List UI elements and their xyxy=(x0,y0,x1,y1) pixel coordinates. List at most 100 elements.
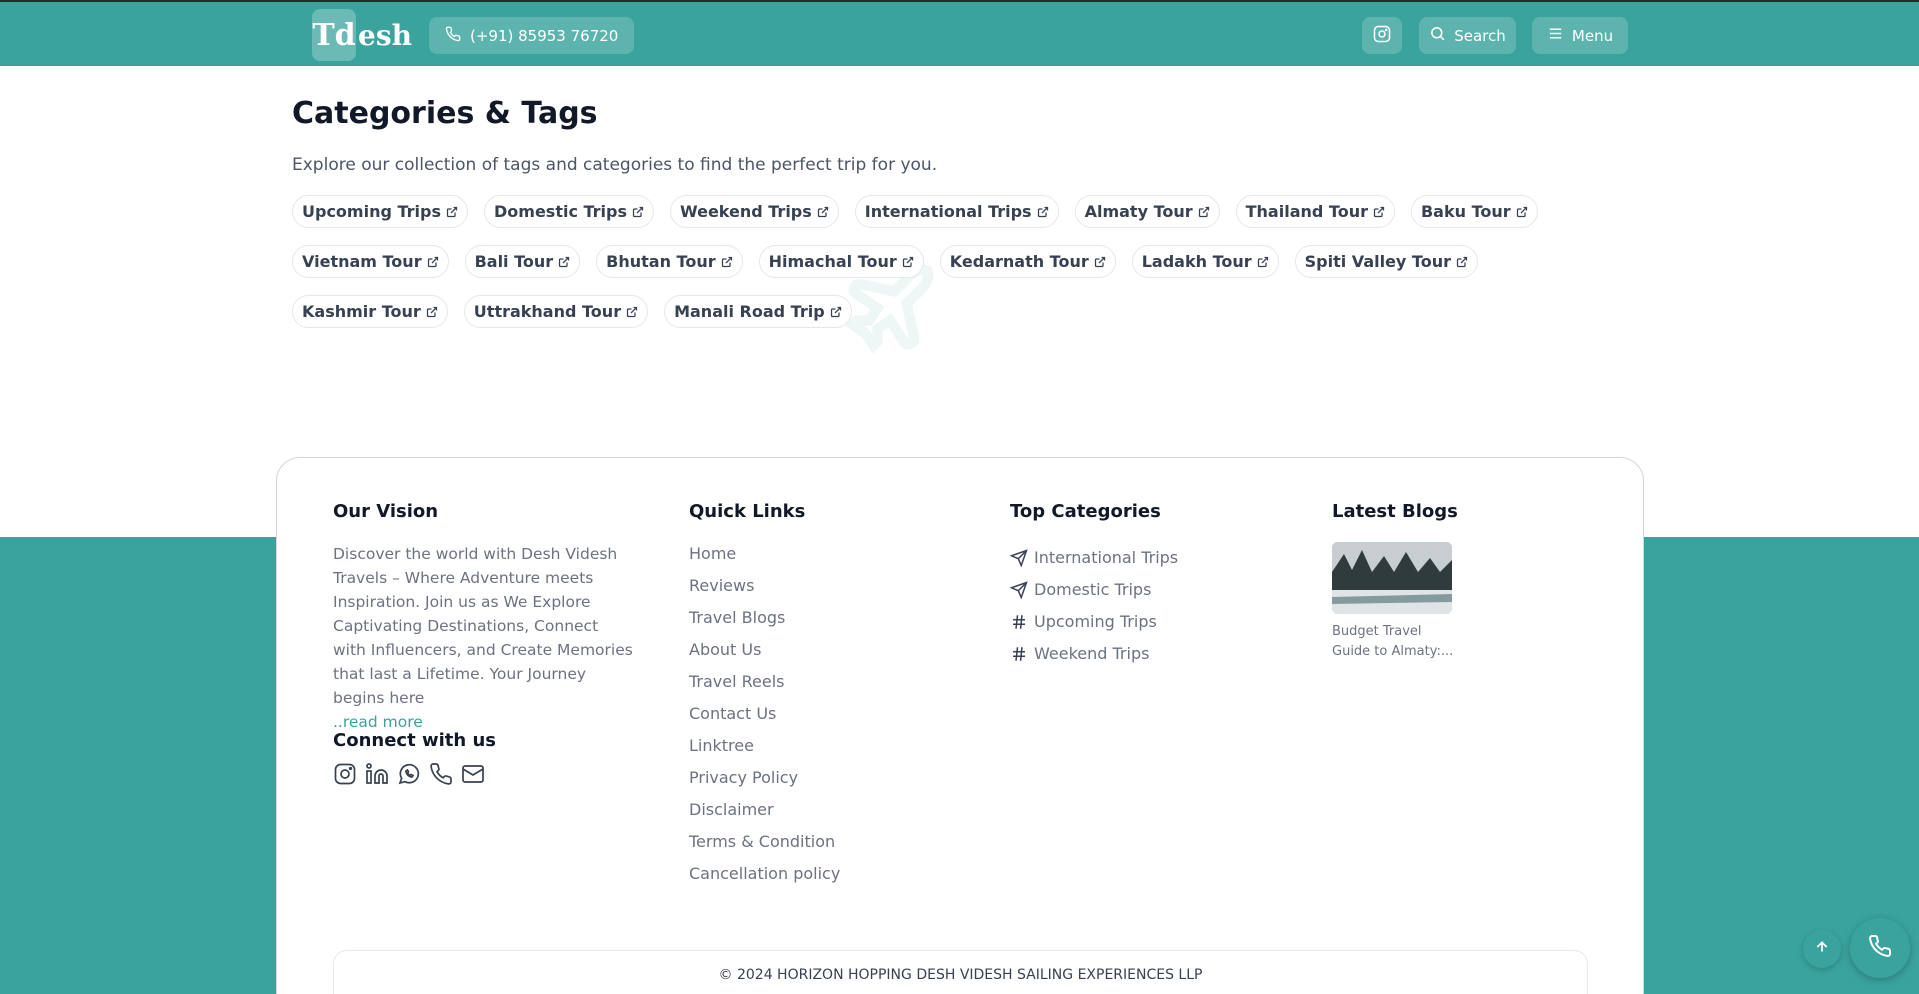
tag-chip[interactable]: Bhutan Tour xyxy=(596,245,743,278)
external-link-icon xyxy=(1373,206,1385,218)
category-label: Domestic Trips xyxy=(1034,580,1152,599)
category-link[interactable]: Weekend Trips xyxy=(1010,638,1178,670)
tag-chip[interactable]: Ladakh Tour xyxy=(1131,245,1279,278)
phone-icon xyxy=(445,26,461,46)
tag-label: Uttrakhand Tour xyxy=(473,302,622,321)
site-logo[interactable]: Td esh xyxy=(312,8,412,62)
category-link[interactable]: Upcoming Trips xyxy=(1010,606,1178,638)
logo-text: esh xyxy=(358,18,412,52)
external-link-icon xyxy=(558,256,570,268)
copyright-text: © 2024 HORIZON HOPPING DESH VIDESH SAILI… xyxy=(718,967,1203,983)
search-icon xyxy=(1429,25,1446,46)
phone-icon[interactable] xyxy=(429,762,453,786)
arrow-up-icon xyxy=(1814,939,1830,959)
footer-link[interactable]: Travel Reels xyxy=(689,670,840,702)
tag-chip[interactable]: Kedarnath Tour xyxy=(939,245,1116,278)
external-link-icon xyxy=(1456,256,1468,268)
footer-link[interactable]: Travel Blogs xyxy=(689,606,840,638)
tag-chip[interactable]: Upcoming Trips xyxy=(292,195,468,228)
top-categories-list: International Trips Domestic Trips Upcomin… xyxy=(1010,542,1178,670)
hash-icon xyxy=(1010,645,1028,663)
external-link-icon xyxy=(902,256,914,268)
scroll-to-top-button[interactable] xyxy=(1803,930,1841,968)
external-link-icon xyxy=(1257,256,1269,268)
external-link-icon xyxy=(1198,206,1210,218)
tag-chip[interactable]: Kashmir Tour xyxy=(292,295,448,328)
external-link-icon xyxy=(1094,256,1106,268)
tag-label: International Trips xyxy=(864,202,1032,221)
site-header: Td esh (+91) 85953 76720 Search Menu xyxy=(0,0,1919,66)
vision-body: Discover the world with Desh Videsh Trav… xyxy=(333,545,633,707)
connect-title: Connect with us xyxy=(333,730,496,751)
header-search-button[interactable]: Search xyxy=(1419,17,1516,54)
linkedin-icon[interactable] xyxy=(365,762,389,786)
tag-chip[interactable]: Weekend Trips xyxy=(670,195,839,228)
tag-chip[interactable]: Thailand Tour xyxy=(1235,195,1395,228)
footer-link[interactable]: Privacy Policy xyxy=(689,766,840,798)
tag-chip[interactable]: Manali Road Trip xyxy=(664,295,852,328)
quick-links-title: Quick Links xyxy=(689,501,806,522)
blog-title[interactable]: Budget Travel Guide to Almaty:... xyxy=(1332,622,1462,662)
external-link-icon xyxy=(446,206,458,218)
header-menu-button[interactable]: Menu xyxy=(1532,17,1628,54)
instagram-icon[interactable] xyxy=(333,762,357,786)
hash-icon xyxy=(1010,613,1028,631)
menu-label: Menu xyxy=(1571,26,1614,45)
tag-chip[interactable]: Himachal Tour xyxy=(758,245,924,278)
tag-label: Vietnam Tour xyxy=(302,252,422,271)
tag-label: Bali Tour xyxy=(474,252,554,271)
category-link[interactable]: Domestic Trips xyxy=(1010,574,1178,606)
footer-link[interactable]: Linktree xyxy=(689,734,840,766)
external-link-icon xyxy=(1516,206,1528,218)
external-link-icon xyxy=(626,306,638,318)
social-links xyxy=(333,762,485,786)
read-more-link[interactable]: ..read more xyxy=(333,713,423,731)
tag-chip[interactable]: Almaty Tour xyxy=(1074,195,1220,228)
tag-chip[interactable]: Spiti Valley Tour xyxy=(1294,245,1478,278)
send-icon xyxy=(1010,581,1028,599)
footer-link[interactable]: Cancellation policy xyxy=(689,862,840,894)
tag-chip[interactable]: Bali Tour xyxy=(464,245,581,278)
external-link-icon xyxy=(817,206,829,218)
whatsapp-icon[interactable] xyxy=(397,762,421,786)
logo-mark: Td xyxy=(312,9,356,61)
tag-label: Thailand Tour xyxy=(1245,202,1368,221)
categories-description: Explore our collection of tags and categ… xyxy=(292,155,938,175)
category-link[interactable]: International Trips xyxy=(1010,542,1178,574)
send-icon xyxy=(1010,549,1028,567)
external-link-icon xyxy=(426,306,438,318)
tag-label: Domestic Trips xyxy=(494,202,628,221)
header-instagram-button[interactable] xyxy=(1362,17,1402,54)
tag-label: Spiti Valley Tour xyxy=(1304,252,1451,271)
search-label: Search xyxy=(1454,26,1506,45)
top-categories-title: Top Categories xyxy=(1010,501,1161,522)
footer-link[interactable]: Reviews xyxy=(689,574,840,606)
tag-chip[interactable]: Vietnam Tour xyxy=(292,245,449,278)
mail-icon[interactable] xyxy=(461,762,485,786)
footer-link[interactable]: About Us xyxy=(689,638,840,670)
instagram-icon xyxy=(1373,25,1391,47)
tag-list: Upcoming Trips Domestic Trips Weekend Trip… xyxy=(292,195,1632,328)
tag-chip[interactable]: International Trips xyxy=(854,195,1059,228)
tag-chip[interactable]: Domestic Trips xyxy=(484,195,655,228)
tag-label: Manali Road Trip xyxy=(674,302,825,321)
phone-icon xyxy=(1868,934,1892,962)
header-phone-button[interactable]: (+91) 85953 76720 xyxy=(429,17,635,54)
footer-link[interactable]: Home xyxy=(689,542,840,574)
category-label: Upcoming Trips xyxy=(1034,612,1157,631)
external-link-icon xyxy=(721,256,733,268)
tag-label: Kashmir Tour xyxy=(302,302,421,321)
tag-label: Upcoming Trips xyxy=(302,202,441,221)
footer-link[interactable]: Contact Us xyxy=(689,702,840,734)
page-title: Categories & Tags xyxy=(292,96,598,131)
tag-chip[interactable]: Uttrakhand Tour xyxy=(463,295,649,328)
footer-link[interactable]: Terms & Condition xyxy=(689,830,840,862)
tag-chip[interactable]: Baku Tour xyxy=(1410,195,1538,228)
footer-link[interactable]: Disclaimer xyxy=(689,798,840,830)
blog-thumbnail[interactable] xyxy=(1332,542,1452,614)
external-link-icon xyxy=(1037,206,1049,218)
external-link-icon xyxy=(830,306,842,318)
call-button[interactable] xyxy=(1850,918,1910,978)
tag-label: Weekend Trips xyxy=(680,202,812,221)
latest-blogs-title: Latest Blogs xyxy=(1332,501,1458,522)
